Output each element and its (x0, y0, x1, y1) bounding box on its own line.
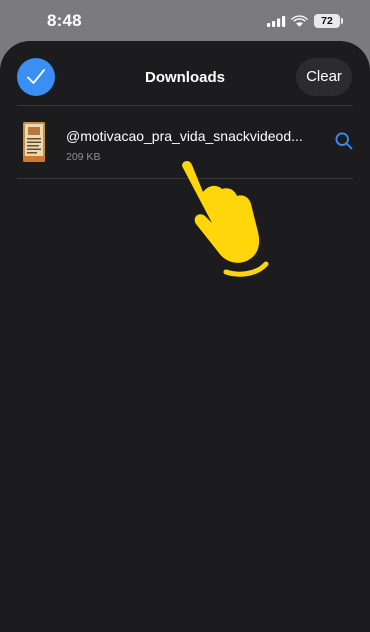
battery-level: 72 (321, 15, 333, 27)
file-name: @motivacao_pra_vida_snackvideod... (66, 128, 303, 144)
downloads-sheet: Downloads Clear @motivacao_pra_vida_snac… (0, 41, 370, 632)
file-thumbnail (23, 122, 45, 162)
screen: 8:48 72 Downloads Clear @motivacao_pra_v… (0, 0, 370, 632)
search-icon[interactable] (335, 132, 353, 150)
battery-tip (341, 18, 343, 24)
file-size: 209 KB (66, 151, 101, 163)
signal-icon (267, 16, 286, 27)
battery-icon: 72 (314, 14, 340, 28)
clear-button[interactable]: Clear (296, 58, 352, 96)
wifi-icon (291, 15, 308, 27)
status-time: 8:48 (47, 11, 82, 30)
tap-hand-icon (182, 160, 269, 277)
status-bar: 8:48 72 (0, 0, 370, 40)
